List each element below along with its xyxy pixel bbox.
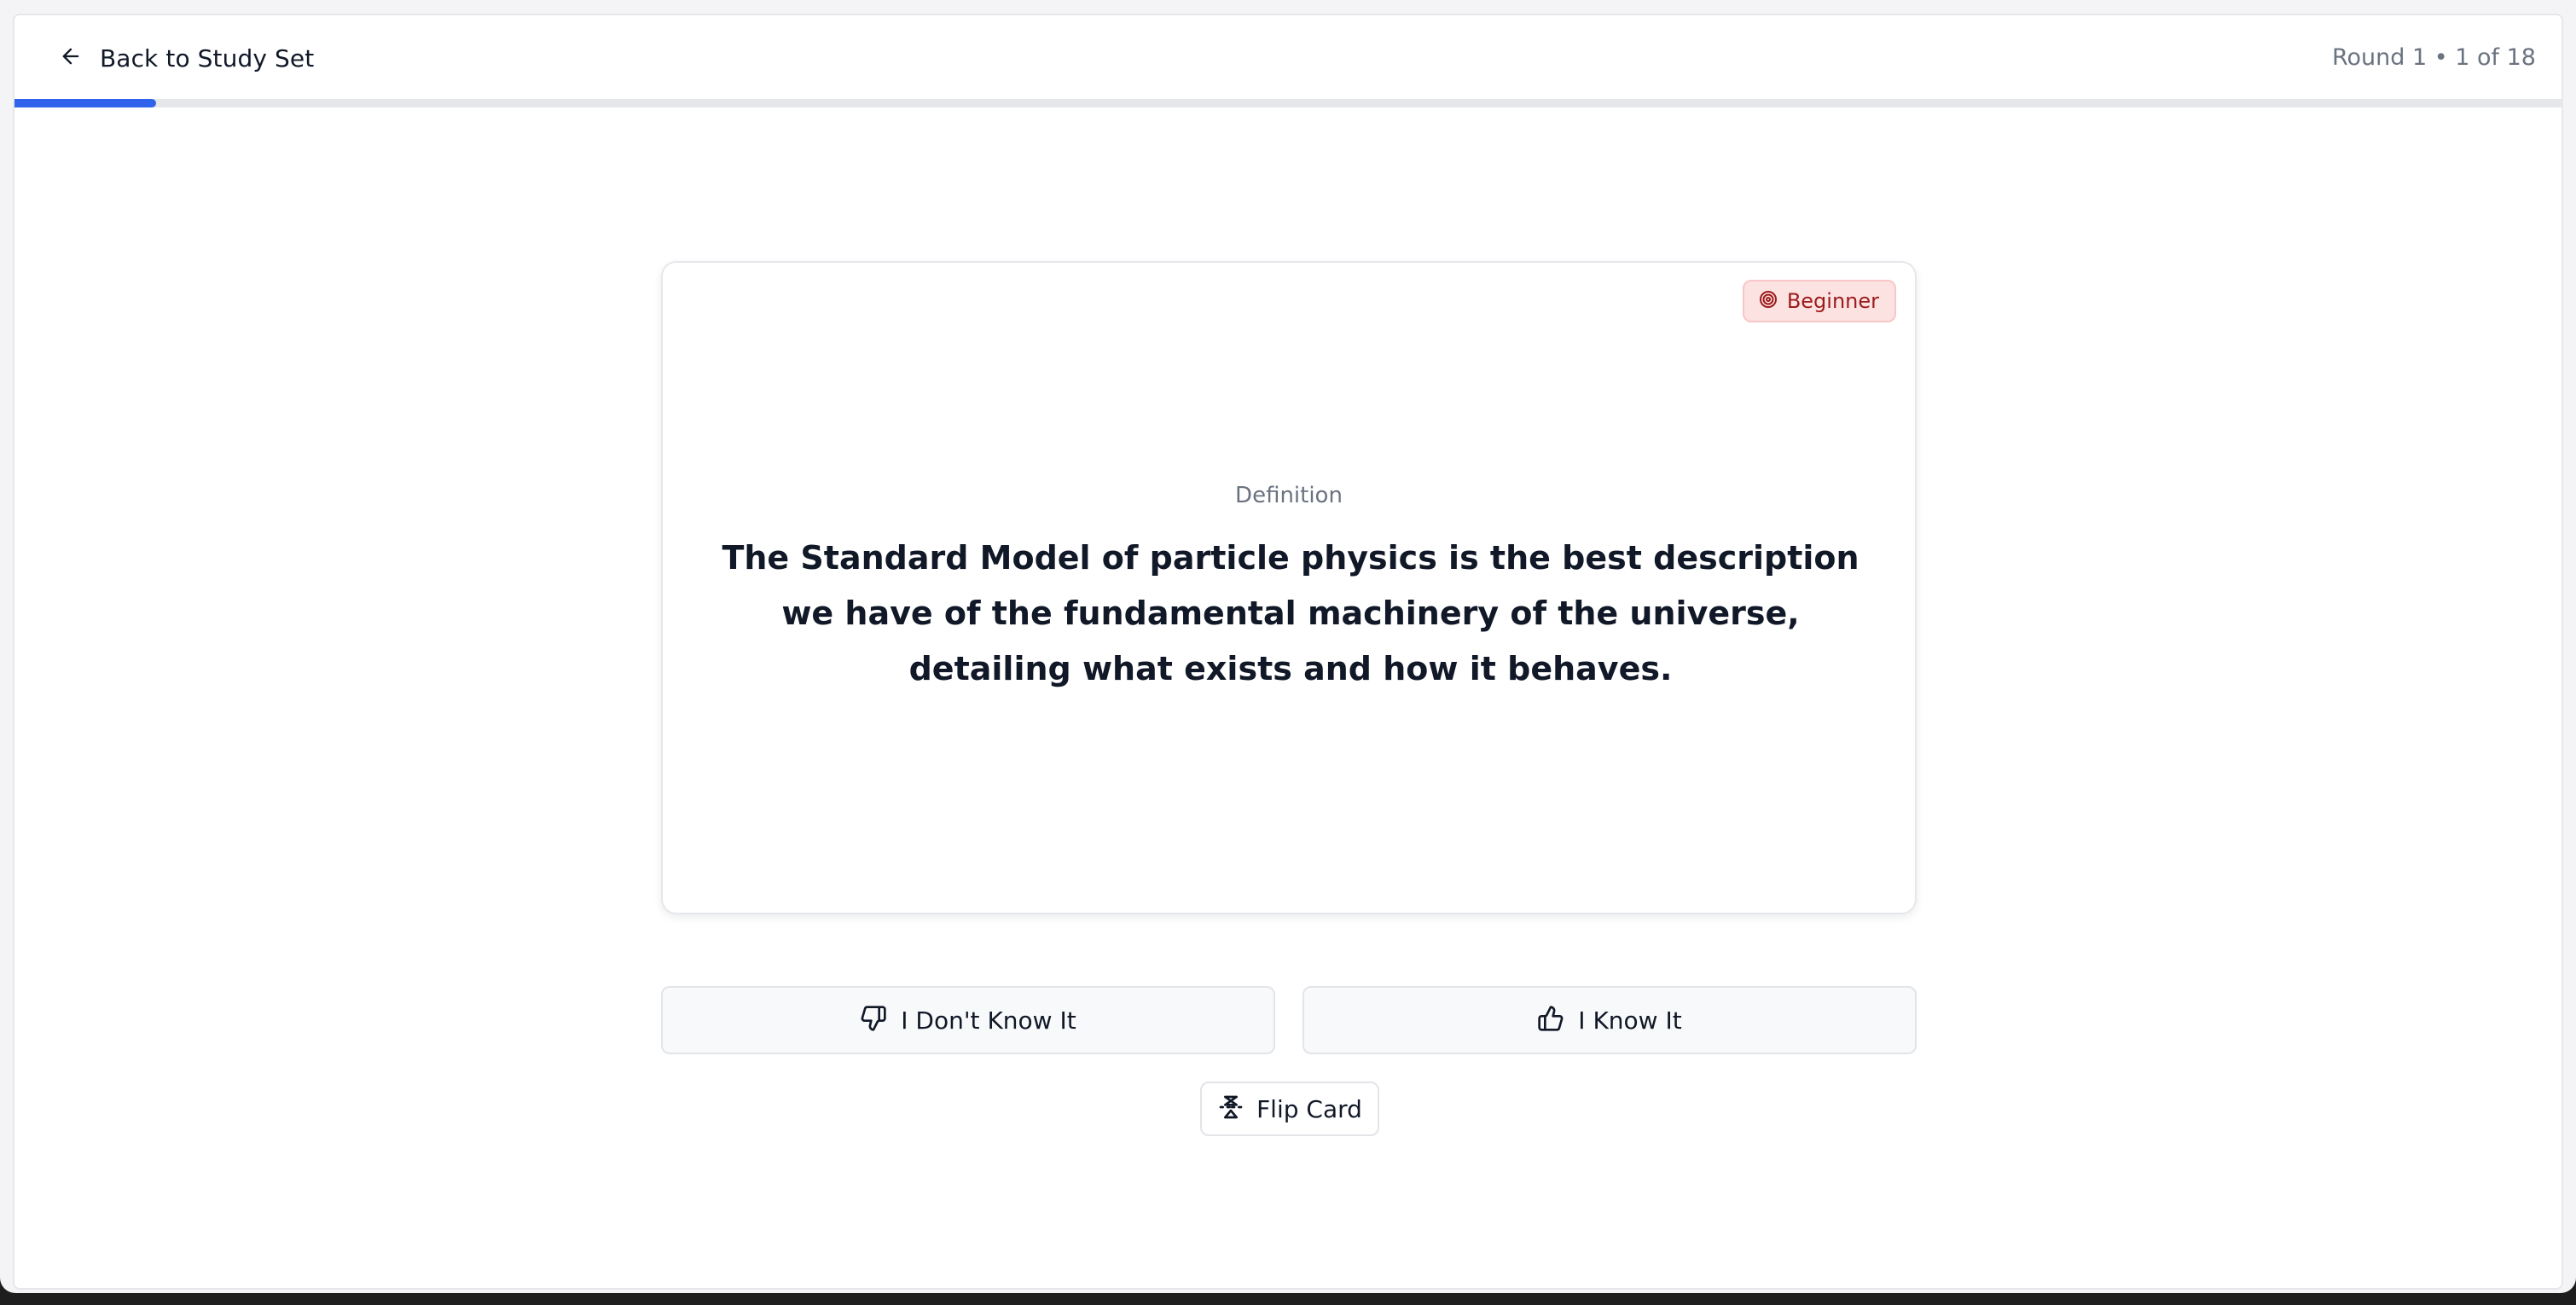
flashcard-study-app: Back to Study Set Round 1 • 1 of 18 Begi… xyxy=(13,14,2563,1290)
thumbs-up-icon xyxy=(1537,1005,1564,1035)
flashcard[interactable]: Beginner Definition The Standard Model o… xyxy=(661,261,1917,914)
round-progress-text: Round 1 • 1 of 18 xyxy=(2331,44,2536,71)
back-link-label: Back to Study Set xyxy=(100,44,315,72)
difficulty-badge: Beginner xyxy=(1742,280,1896,322)
card-content-text: The Standard Model of particle physics i… xyxy=(722,539,1859,687)
dont-know-it-label: I Don't Know It xyxy=(901,1006,1076,1035)
card-side-label: Definition xyxy=(1235,483,1343,508)
arrow-left-icon xyxy=(59,44,83,72)
flip-card-button[interactable]: Flip Card xyxy=(1200,1082,1379,1136)
know-it-label: I Know It xyxy=(1578,1006,1682,1035)
dont-know-it-button[interactable]: I Don't Know It xyxy=(661,986,1275,1054)
progress-bar xyxy=(15,99,2561,107)
flip-card-label: Flip Card xyxy=(1256,1094,1362,1123)
target-icon xyxy=(1758,289,1778,313)
back-to-study-set-link[interactable]: Back to Study Set xyxy=(59,41,314,75)
difficulty-badge-label: Beginner xyxy=(1786,289,1879,313)
browser-window: Back to Study Set Round 1 • 1 of 18 Begi… xyxy=(0,0,2576,1293)
study-header: Back to Study Set Round 1 • 1 of 18 xyxy=(15,15,2561,99)
thumbs-down-icon xyxy=(860,1005,887,1035)
progress-bar-fill xyxy=(15,99,157,107)
know-it-button[interactable]: I Know It xyxy=(1303,986,1917,1054)
flip-vertical-icon xyxy=(1217,1093,1244,1124)
